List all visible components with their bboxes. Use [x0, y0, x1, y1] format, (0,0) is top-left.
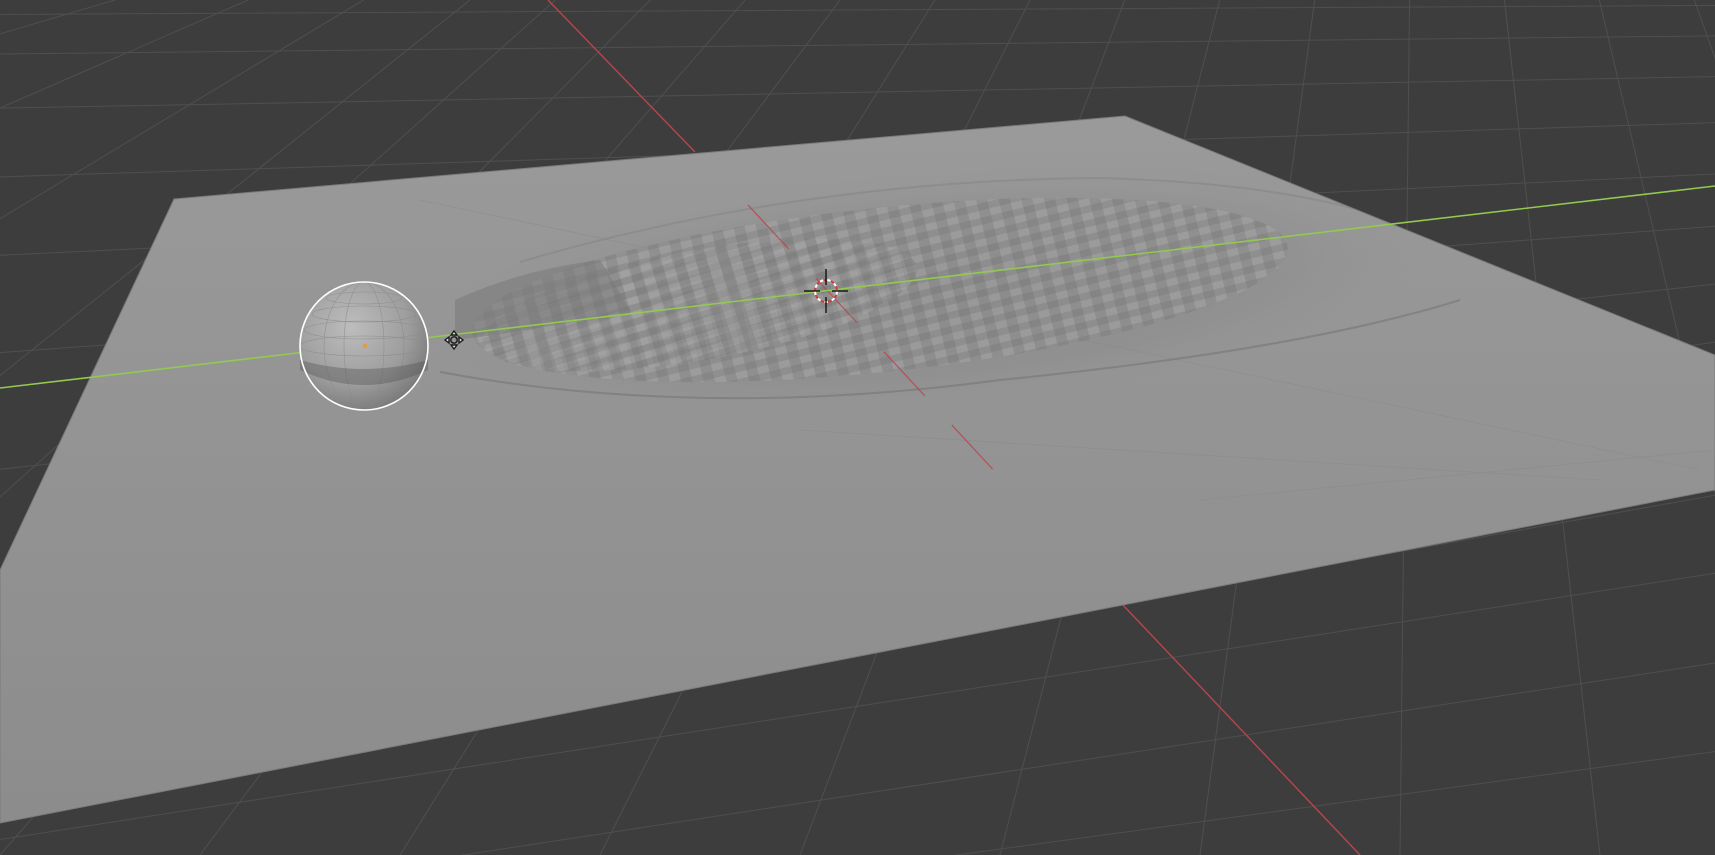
object-origin-icon: [362, 343, 368, 349]
sphere-object[interactable]: [299, 281, 429, 411]
3d-viewport[interactable]: [0, 0, 1715, 855]
viewport-canvas[interactable]: [0, 0, 1715, 855]
cloth-plane[interactable]: [0, 115, 1715, 824]
